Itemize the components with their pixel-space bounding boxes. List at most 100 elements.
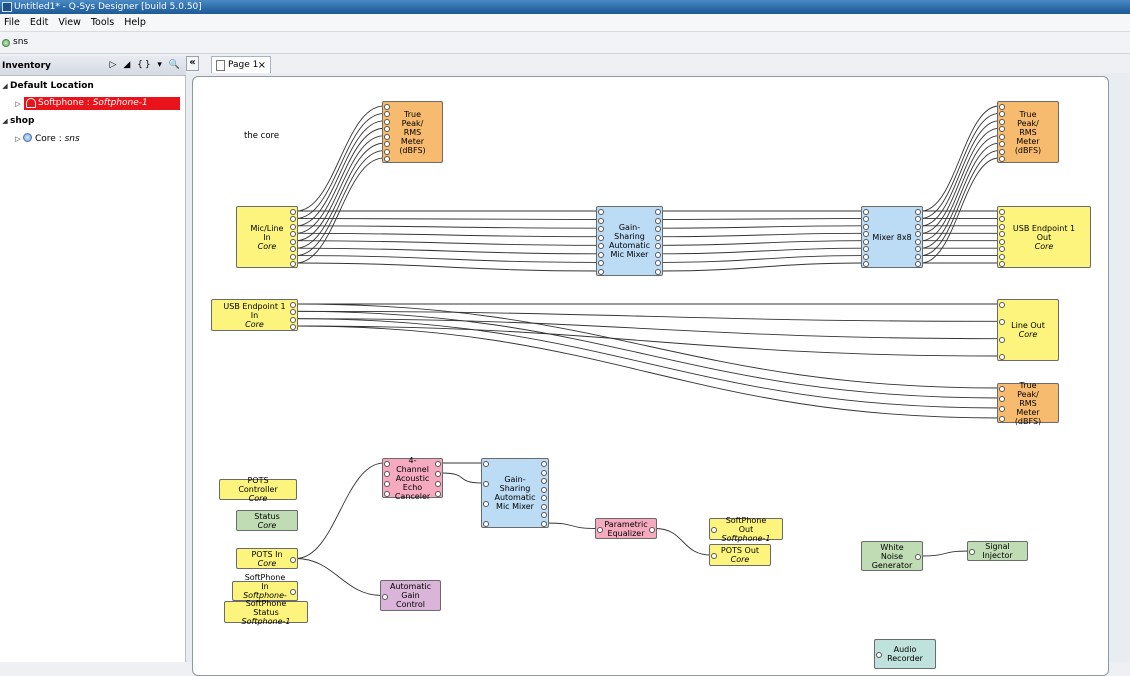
block-usb-out[interactable]: USB Endpoint 1 Out Core <box>997 206 1091 268</box>
right-pin[interactable] <box>435 471 441 477</box>
block-signal-injector[interactable]: Signal Injector <box>967 541 1028 561</box>
left-pin[interactable] <box>999 246 1005 253</box>
design-name[interactable]: sns <box>13 37 28 47</box>
right-pin[interactable] <box>655 226 661 233</box>
left-pin[interactable] <box>483 481 489 487</box>
tree-item-softphone-selected[interactable]: Softphone : Softphone-1 <box>24 97 180 110</box>
left-pin[interactable] <box>711 527 717 533</box>
collapsed-triangle-icon[interactable]: ▷ <box>13 132 23 146</box>
right-pin[interactable] <box>290 309 296 316</box>
left-pin[interactable] <box>598 269 604 275</box>
block-peq[interactable]: Parametric Equalizer <box>595 518 657 539</box>
block-audio-recorder[interactable]: Audio Recorder <box>874 639 936 669</box>
left-pin[interactable] <box>999 118 1005 125</box>
block-meter-top2[interactable]: True Peak/ RMS Meter (dBFS) <box>997 101 1059 163</box>
left-pin[interactable] <box>999 354 1005 360</box>
right-pin[interactable] <box>915 223 921 230</box>
right-pin[interactable] <box>541 512 547 519</box>
right-pin[interactable] <box>655 251 661 258</box>
block-usb-in[interactable]: USB Endpoint 1 In Core <box>211 299 298 331</box>
left-pin[interactable] <box>384 133 390 140</box>
right-pin[interactable] <box>290 253 296 260</box>
left-pin[interactable] <box>483 521 489 527</box>
right-pin[interactable] <box>541 478 547 485</box>
right-pin[interactable] <box>541 486 547 493</box>
left-pin[interactable] <box>598 243 604 250</box>
left-pin[interactable] <box>863 253 869 260</box>
left-pin[interactable] <box>384 111 390 118</box>
right-pin[interactable] <box>915 554 921 560</box>
left-pin[interactable] <box>384 148 390 155</box>
right-pin[interactable] <box>290 223 296 230</box>
left-pin[interactable] <box>999 336 1005 343</box>
block-status[interactable]: Status Core <box>236 510 298 531</box>
left-pin[interactable] <box>876 652 882 658</box>
menu-view[interactable]: View <box>58 14 81 32</box>
right-pin[interactable] <box>915 238 921 245</box>
left-pin[interactable] <box>999 156 1005 162</box>
left-pin[interactable] <box>863 246 869 253</box>
right-pin[interactable] <box>290 238 296 245</box>
menu-tools[interactable]: Tools <box>91 14 114 32</box>
right-pin[interactable] <box>290 216 296 223</box>
left-pin[interactable] <box>384 104 390 110</box>
right-pin[interactable] <box>915 253 921 260</box>
right-pin[interactable] <box>290 316 296 323</box>
block-gain-sharing-2[interactable]: Gain-Sharing Automatic Mic Mixer <box>481 458 549 528</box>
block-pots-in[interactable]: POTS In Core <box>236 548 298 569</box>
left-pin[interactable] <box>863 209 869 215</box>
block-line-out[interactable]: Line Out Core <box>997 299 1059 361</box>
close-tab-icon[interactable]: × <box>258 57 266 74</box>
left-pin[interactable] <box>999 302 1005 308</box>
right-pin[interactable] <box>290 589 296 595</box>
left-pin[interactable] <box>999 238 1005 245</box>
left-pin[interactable] <box>384 471 390 477</box>
right-pin[interactable] <box>541 521 547 527</box>
block-mic-line-in[interactable]: Mic/Line In Core <box>236 206 298 268</box>
right-pin[interactable] <box>655 243 661 250</box>
right-pin[interactable] <box>290 556 296 563</box>
schematic-canvas[interactable] <box>192 76 1109 676</box>
tree-item-softphone[interactable]: ▷ Softphone : Softphone-1 <box>0 97 186 111</box>
right-pin[interactable] <box>290 209 296 215</box>
right-pin[interactable] <box>435 461 441 467</box>
block-mixer-8x8[interactable]: Mixer 8x8 <box>861 206 923 268</box>
left-pin[interactable] <box>969 549 975 555</box>
left-pin[interactable] <box>384 156 390 162</box>
right-pin[interactable] <box>435 491 441 497</box>
menu-help[interactable]: Help <box>124 14 146 32</box>
block-meter-mid[interactable]: True Peak/ RMS Meter (dBFS) <box>997 381 1059 426</box>
right-pin[interactable] <box>655 209 661 215</box>
left-pin[interactable] <box>999 416 1005 422</box>
tree-group-default-location[interactable]: ◢ Default Location <box>0 79 94 93</box>
right-pin[interactable] <box>290 231 296 238</box>
right-pin[interactable] <box>915 209 921 215</box>
left-pin[interactable] <box>384 126 390 133</box>
left-pin[interactable] <box>999 111 1005 118</box>
right-pin[interactable] <box>915 261 921 267</box>
menu-edit[interactable]: Edit <box>30 14 48 32</box>
left-pin[interactable] <box>863 261 869 267</box>
right-pin[interactable] <box>541 503 547 510</box>
left-pin[interactable] <box>483 501 489 507</box>
right-pin[interactable] <box>915 231 921 238</box>
block-gain-sharing-1[interactable]: Gain-Sharing Automatic Mic Mixer <box>596 206 663 276</box>
tree-group-shop[interactable]: ◢ shop <box>0 114 34 128</box>
block-softphone-out[interactable]: SoftPhone Out Softphone-1 <box>709 516 783 543</box>
right-pin[interactable] <box>435 481 441 487</box>
left-pin[interactable] <box>999 253 1005 260</box>
left-pin[interactable] <box>598 209 604 215</box>
right-pin[interactable] <box>290 246 296 253</box>
left-pin[interactable] <box>863 223 869 230</box>
left-pin[interactable] <box>999 319 1005 326</box>
inventory-tools-icons[interactable]: ▷ ◢ {} ▾ 🔍 <box>110 60 182 70</box>
canvas-note-text[interactable]: the core <box>244 131 279 141</box>
left-pin[interactable] <box>999 126 1005 133</box>
right-pin[interactable] <box>290 302 296 308</box>
right-pin[interactable] <box>655 269 661 275</box>
collapsed-triangle-icon[interactable]: ▷ <box>13 97 23 111</box>
right-pin[interactable] <box>541 469 547 476</box>
collapse-panel-button[interactable]: « <box>186 56 199 71</box>
left-pin[interactable] <box>999 141 1005 148</box>
left-pin[interactable] <box>999 104 1005 110</box>
